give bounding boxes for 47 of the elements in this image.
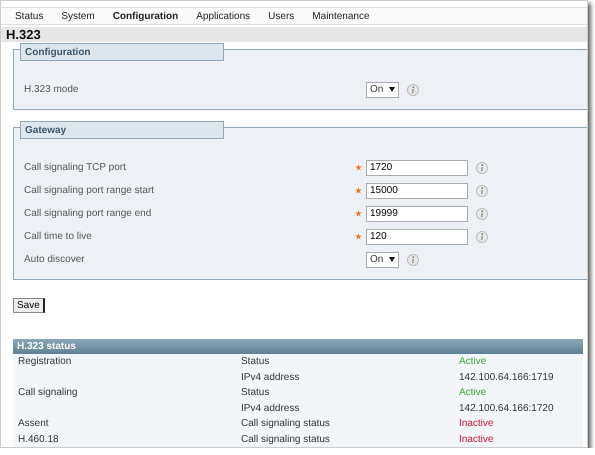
table-cell-text: Call signaling <box>18 387 78 398</box>
save-button[interactable]: Save <box>13 298 45 313</box>
nav-tab[interactable]: System <box>52 10 104 22</box>
nav-tab[interactable]: Status <box>6 10 52 22</box>
section-title: Gateway <box>20 121 224 139</box>
info-icon[interactable] <box>476 162 488 174</box>
table-cell-text: H.460.18 <box>18 434 60 445</box>
info-icon[interactable] <box>476 184 488 196</box>
input-field[interactable]: 15000 <box>366 182 468 198</box>
info-icon[interactable] <box>476 230 488 242</box>
field-label: Call signaling port range start <box>24 185 156 196</box>
table-cell-text: Active <box>459 356 488 368</box>
table-cell-text: Active <box>459 387 488 398</box>
table-cell-text: IPv4 address <box>241 402 300 414</box>
field-label: H.323 mode <box>24 84 80 95</box>
nav-tab[interactable]: Configuration <box>104 10 188 22</box>
table-cell-text: Assent <box>18 418 50 430</box>
table-cell-text: Status <box>241 387 270 398</box>
caret-icon <box>389 87 395 92</box>
nav-tab[interactable]: Users <box>259 10 304 22</box>
table-cell-text: Inactive <box>459 418 494 430</box>
field-label: Call time to live <box>24 231 93 242</box>
page-title: H.323 <box>6 27 41 42</box>
input-field[interactable]: 120 <box>366 228 468 244</box>
table-cell-text: Registration <box>18 356 72 368</box>
table-header: H.323 status <box>13 339 583 354</box>
caret-icon <box>389 257 395 262</box>
table-cell-text: IPv4 address <box>241 372 300 383</box>
input-field[interactable]: 19999 <box>366 206 468 222</box>
dropdown[interactable]: On <box>366 82 399 98</box>
field-label: Call signaling TCP port <box>24 162 127 173</box>
section-title: Configuration <box>20 43 224 61</box>
nav-tab[interactable]: Maintenance <box>303 10 379 22</box>
field-label: Call signaling port range end <box>24 208 152 219</box>
table-cell-text: Inactive <box>459 434 494 445</box>
table-cell-text: 142.100.64.166:1719 <box>459 372 555 383</box>
dropdown[interactable]: On <box>366 252 399 268</box>
table-cell-text: Call signaling status <box>241 434 331 445</box>
info-icon[interactable] <box>407 84 419 96</box>
table-cell-text: Status <box>241 356 270 368</box>
field-label: Auto discover <box>24 254 86 265</box>
info-icon[interactable] <box>407 254 419 266</box>
nav-tab[interactable]: Applications <box>187 10 260 22</box>
table-cell-text: 142.100.64.166:1720 <box>459 402 555 414</box>
input-field[interactable]: 1720 <box>366 160 468 176</box>
info-icon[interactable] <box>476 208 488 220</box>
table-cell-text: Call signaling status <box>241 418 331 430</box>
